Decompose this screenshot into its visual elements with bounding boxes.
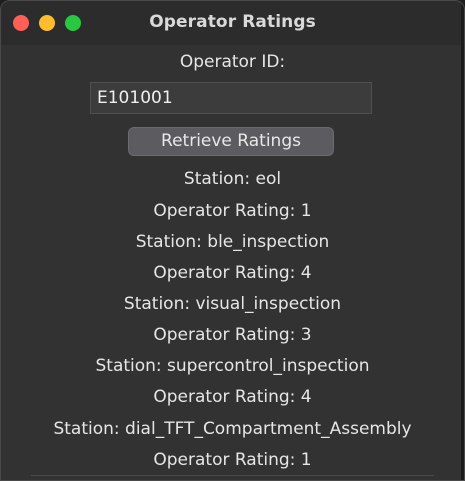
operator-rating-1: Operator Rating: 1: [153, 201, 312, 221]
operator-rating-3: Operator Rating: 3: [153, 325, 312, 345]
window-edge: [461, 1, 464, 480]
operator-id-input[interactable]: [90, 82, 372, 114]
operator-rating-5: Operator Rating: 1: [153, 450, 312, 470]
station-label-3: Station: visual_inspection: [123, 294, 342, 314]
bottom-divider: [31, 475, 434, 476]
main-content: Operator ID: Retrieve Ratings Station: e…: [1, 45, 464, 480]
operator-id-label: Operator ID:: [179, 52, 286, 72]
operator-rating-4: Operator Rating: 4: [153, 387, 312, 407]
operator-rating-2: Operator Rating: 4: [153, 263, 312, 283]
title-bar: Operator Ratings: [1, 1, 464, 45]
retrieve-ratings-button[interactable]: Retrieve Ratings: [128, 127, 334, 156]
station-label-4: Station: supercontrol_inspection: [95, 356, 370, 376]
station-label-2: Station: ble_inspection: [135, 232, 330, 252]
station-label-5: Station: dial_TFT_Compartment_Assembly: [53, 419, 412, 439]
station-label-1: Station: eol: [183, 169, 282, 189]
operator-ratings-window: Operator Ratings Operator ID: Retrieve R…: [0, 0, 465, 481]
window-title: Operator Ratings: [149, 12, 316, 32]
